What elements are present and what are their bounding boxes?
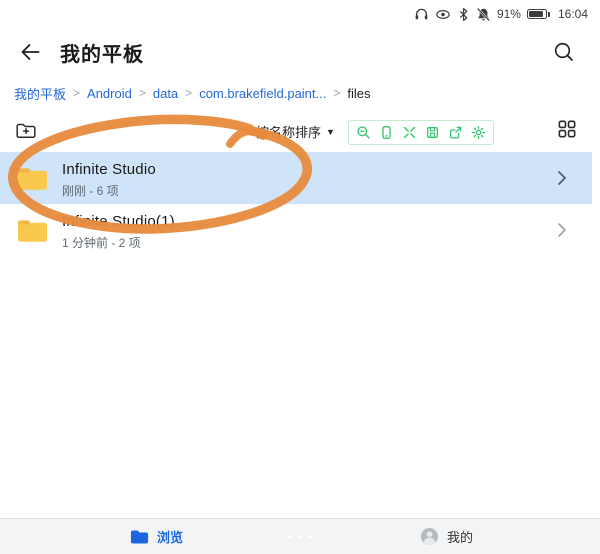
- file-meta: 1 分钟前 - 2 项: [62, 234, 175, 251]
- folder-icon: [16, 164, 49, 197]
- breadcrumb-item-root[interactable]: 我的平板: [14, 84, 66, 103]
- breadcrumb-item-android[interactable]: Android: [87, 86, 132, 101]
- new-folder-icon: [14, 118, 38, 141]
- sort-caret-icon: ▼: [326, 127, 335, 137]
- device-icon[interactable]: [377, 123, 396, 142]
- file-row-infinite-studio-1[interactable]: Infinite Studio(1) 1 分钟前 - 2 项: [0, 204, 592, 256]
- share-icon[interactable]: [446, 123, 465, 142]
- file-list: Infinite Studio 刚刚 - 6 项 Infinite Studio…: [0, 152, 600, 256]
- settings-icon[interactable]: [469, 123, 488, 142]
- tab-mine-label: 我的: [447, 527, 473, 546]
- search-icon: [553, 41, 575, 63]
- mine-avatar-icon: [420, 527, 439, 546]
- status-time: 16:04: [558, 7, 588, 21]
- bluetooth-icon: [457, 7, 470, 22]
- breadcrumb-separator: >: [139, 86, 146, 100]
- breadcrumb-separator: >: [185, 86, 192, 100]
- file-row-infinite-studio[interactable]: Infinite Studio 刚刚 - 6 项: [0, 152, 592, 204]
- breadcrumb-item-package[interactable]: com.brakefield.paint...: [199, 86, 326, 101]
- sort-label: 按名称排序: [256, 122, 321, 141]
- breadcrumb: 我的平板 > Android > data > com.brakefield.p…: [14, 82, 590, 104]
- headset-icon: [414, 7, 429, 22]
- file-meta: 刚刚 - 6 项: [62, 182, 156, 199]
- breadcrumb-separator: >: [73, 86, 80, 100]
- floating-toolbar: [348, 120, 494, 145]
- grid-view-button[interactable]: [556, 118, 578, 145]
- fullscreen-icon[interactable]: [400, 123, 419, 142]
- battery-percent: 91%: [497, 7, 521, 21]
- file-name: Infinite Studio: [62, 161, 156, 178]
- eye-comfort-icon: [435, 7, 451, 22]
- file-row-text: Infinite Studio 刚刚 - 6 项: [62, 161, 156, 199]
- file-row-text: Infinite Studio(1) 1 分钟前 - 2 项: [62, 213, 175, 251]
- file-manager-screen: 91% 16:04 我的平板 我的平板 > Android > data > c…: [0, 0, 600, 554]
- tab-browse-label: 浏览: [157, 527, 183, 546]
- chevron-right-icon: [556, 168, 568, 193]
- notifications-off-icon: [476, 7, 491, 22]
- tab-mine[interactable]: 我的: [420, 527, 473, 546]
- save-icon[interactable]: [423, 123, 442, 142]
- nav-dots-indicator: [288, 535, 312, 539]
- file-name: Infinite Studio(1): [62, 213, 175, 230]
- search-button[interactable]: [550, 38, 578, 66]
- browse-folder-icon: [130, 529, 149, 545]
- bottom-tab-bar: 浏览 我的: [0, 518, 600, 554]
- back-button[interactable]: [16, 38, 44, 66]
- header: 我的平板: [0, 30, 600, 74]
- new-folder-button[interactable]: [14, 118, 38, 146]
- breadcrumb-item-data[interactable]: data: [153, 86, 178, 101]
- sort-button[interactable]: 按名称排序 ▼: [256, 122, 335, 141]
- battery-icon: [527, 9, 550, 19]
- breadcrumb-item-files: files: [347, 86, 370, 101]
- back-arrow-icon: [18, 40, 42, 64]
- chevron-right-icon: [556, 220, 568, 245]
- grid-view-icon: [556, 118, 578, 140]
- breadcrumb-separator: >: [333, 86, 340, 100]
- tab-browse[interactable]: 浏览: [130, 527, 183, 546]
- folder-icon: [16, 216, 49, 249]
- page-title: 我的平板: [60, 38, 144, 67]
- toolbar: 按名称排序 ▼: [0, 112, 600, 150]
- zoom-icon[interactable]: [354, 123, 373, 142]
- status-bar: 91% 16:04: [0, 0, 600, 28]
